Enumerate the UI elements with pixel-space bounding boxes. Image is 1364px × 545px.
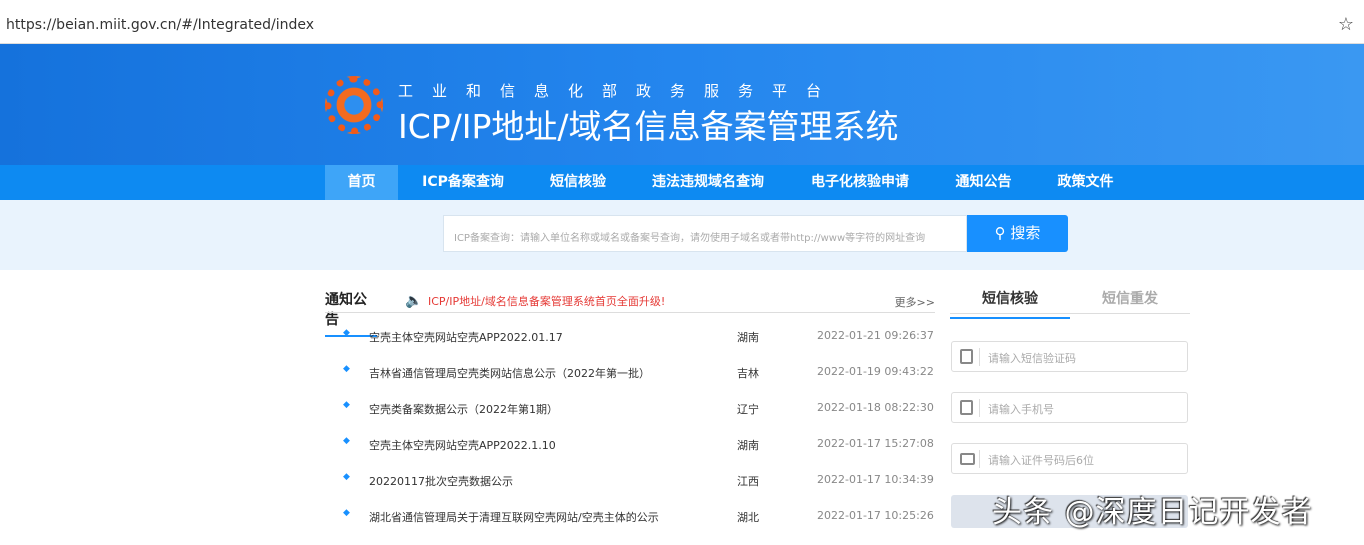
notice-item-date: 2022-01-17 15:27:08: [817, 437, 934, 450]
notice-item-title[interactable]: 湖北省通信管理局关于清理互联网空壳网站/空壳主体的公示: [369, 509, 659, 525]
site-subtitle: 工业和信息化部政务服务平台: [398, 82, 841, 100]
bullet-icon: ◆: [343, 436, 350, 446]
nav-e-verify[interactable]: 电子化核验申请: [800, 165, 920, 200]
nav-sms-verify[interactable]: 短信核验: [538, 165, 618, 200]
notice-item-province: 湖南: [737, 439, 759, 452]
bullet-icon: ◆: [343, 328, 350, 338]
divider: [950, 313, 1190, 314]
nav-illegal-domain[interactable]: 违法违规域名查询: [640, 165, 776, 200]
notice-item-date: 2022-01-17 10:34:39: [817, 473, 934, 486]
notice-item-date: 2022-01-18 08:22:30: [817, 401, 934, 414]
more-link[interactable]: 更多>>: [895, 294, 935, 310]
site-title: ICP/IP地址/域名信息备案管理系统: [398, 107, 899, 146]
phone-icon: [960, 400, 973, 415]
notice-row[interactable]: ◆ 空壳主体空壳网站空壳APP2022.01.17 湖南 2022-01-21 09:…: [325, 328, 935, 365]
bullet-icon: ◆: [343, 472, 350, 482]
phone-message-icon: [960, 349, 973, 364]
nav-icp-query[interactable]: ICP备案查询: [408, 165, 518, 200]
notice-row[interactable]: ◆ 空壳类备案数据公示（2022年第1期） 辽宁 2022-01-18 08:22:3…: [325, 400, 935, 437]
tab-sms-verify[interactable]: 短信核验: [950, 288, 1070, 319]
field-placeholder: 请输入短信验证码: [988, 352, 1076, 365]
nav-home[interactable]: 首页: [325, 165, 398, 200]
id-number-field[interactable]: 请输入证件号码后6位: [951, 443, 1188, 474]
notice-item-title[interactable]: 空壳类备案数据公示（2022年第1期）: [369, 401, 558, 417]
notice-row[interactable]: ◆ 吉林省通信管理局空壳类网站信息公示（2022年第一批） 吉林 2022-01-19…: [325, 364, 935, 401]
speaker-icon: 🔈: [405, 293, 423, 309]
notice-row[interactable]: ◆ 湖北省通信管理局关于清理互联网空壳网站/空壳主体的公示 湖北 2022-01-17…: [325, 508, 935, 545]
field-placeholder: 请输入手机号: [988, 403, 1054, 416]
miit-logo: [325, 76, 383, 134]
id-card-icon: [960, 453, 975, 465]
notice-alert[interactable]: ICP/IP地址/域名信息备案管理系统首页全面升级!: [428, 293, 665, 309]
notice-item-title[interactable]: 空壳主体空壳网站空壳APP2022.1.10: [369, 437, 556, 453]
main-nav: 首页 ICP备案查询 短信核验 违法违规域名查询 电子化核验申请 通知公告 政策…: [0, 165, 1364, 200]
notice-row[interactable]: ◆ 空壳主体空壳网站空壳APP2022.1.10 湖南 2022-01-17 15:2…: [325, 436, 935, 473]
phone-field[interactable]: 请输入手机号: [951, 392, 1188, 423]
icp-search-input[interactable]: ICP备案查询：请输入单位名称或域名或备案号查询，请勿使用子域名或者带http:…: [443, 215, 967, 252]
nav-notices[interactable]: 通知公告: [945, 165, 1022, 200]
notice-item-title[interactable]: 20220117批次空壳数据公示: [369, 473, 513, 489]
notice-item-province: 辽宁: [737, 403, 759, 416]
notice-item-date: 2022-01-21 09:26:37: [817, 329, 934, 342]
notice-item-date: 2022-01-17 10:25:26: [817, 509, 934, 522]
notice-row[interactable]: ◆ 20220117批次空壳数据公示 江西 2022-01-17 10:34:39: [325, 472, 935, 509]
divider: [325, 312, 935, 313]
bullet-icon: ◆: [343, 508, 350, 518]
url-text[interactable]: https://beian.miit.gov.cn/#/Integrated/i…: [6, 17, 314, 33]
search-button-label: 搜索: [1010, 224, 1041, 242]
notice-item-province: 吉林: [737, 367, 759, 380]
notice-item-province: 江西: [737, 475, 759, 488]
watermark: 头条 @深度日记开发者: [992, 495, 1313, 530]
notice-item-province: 湖北: [737, 511, 759, 524]
notice-item-province: 湖南: [737, 331, 759, 344]
tab-sms-resend[interactable]: 短信重发: [1070, 288, 1190, 308]
notice-item-title[interactable]: 吉林省通信管理局空壳类网站信息公示（2022年第一批）: [369, 365, 650, 381]
nav-policy[interactable]: 政策文件: [1047, 165, 1124, 200]
bookmark-star-icon[interactable]: ☆: [1338, 14, 1354, 35]
notice-item-date: 2022-01-19 09:43:22: [817, 365, 934, 378]
notice-item-title[interactable]: 空壳主体空壳网站空壳APP2022.01.17: [369, 329, 563, 345]
field-placeholder: 请输入证件号码后6位: [988, 454, 1094, 467]
browser-address-bar[interactable]: https://beian.miit.gov.cn/#/Integrated/i…: [0, 0, 1364, 44]
bullet-icon: ◆: [343, 364, 350, 374]
search-button[interactable]: ⚲ 搜索: [967, 215, 1068, 252]
bullet-icon: ◆: [343, 400, 350, 410]
search-icon: ⚲: [994, 224, 1011, 242]
sms-code-field[interactable]: 请输入短信验证码: [951, 341, 1188, 372]
